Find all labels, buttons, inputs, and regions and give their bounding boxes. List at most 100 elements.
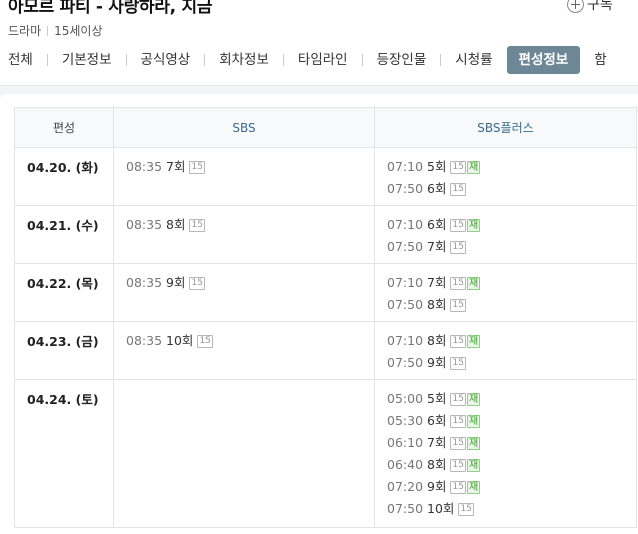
broadcast-entry: 07:10 6회 15 재 (387, 214, 624, 236)
broadcast-entry: 07:50 6회 15 (387, 178, 624, 200)
tab-bar: 전체 기본정보 공식영상 회차정보 타임라인 등장인물 시청률 편성정보 함 (0, 46, 615, 74)
episode-number: 8회 (427, 457, 447, 472)
broadcast-time: 08:35 (126, 159, 163, 174)
broadcast-entry: 07:50 10회 15 (387, 498, 624, 520)
rerun-badge: 재 (466, 436, 481, 450)
broadcast-time: 07:50 (387, 355, 424, 370)
broadcast-entry: 07:50 8회 15 (387, 294, 624, 316)
broadcast-entry: 08:35 8회 15 (126, 214, 362, 236)
broadcast-entry: 07:10 8회 15 재 (387, 330, 624, 352)
schedule-date: 04.21. (수) (14, 205, 114, 264)
broadcast-entry: 05:00 5회 15 재 (387, 388, 624, 410)
episode-number: 9회 (427, 355, 447, 370)
schedule-table: 편성 SBS SBS플러스 04.20. (화) 08:35 7회 15 07:10 5회… (14, 107, 637, 528)
broadcast-entry: 07:50 9회 15 (387, 352, 624, 374)
episode-number: 5회 (427, 159, 447, 174)
schedule-row: 04.20. (화) 08:35 7회 15 07:10 5회 15 재 07:50 6회 15 (14, 147, 637, 206)
sbs-cell: 08:35 8회 15 (113, 205, 375, 264)
schedule-body: 04.20. (화) 08:35 7회 15 07:10 5회 15 재 07:50 6회 15 04… (14, 147, 637, 528)
episode-number: 9회 (166, 275, 186, 290)
program-title[interactable]: 아모르 파티 - 사랑하라, 지금 (8, 0, 212, 17)
program-header: 아모르 파티 - 사랑하라, 지금 구독 드라마 15세이상 전체 기본정보 공… (0, 0, 638, 86)
broadcast-entry: 08:35 9회 15 (126, 272, 362, 294)
broadcast-entry: 07:50 7회 15 (387, 236, 624, 258)
sbs-column-header: SBS (113, 107, 375, 148)
rerun-badge: 재 (466, 458, 481, 472)
broadcast-time: 07:50 (387, 181, 424, 196)
rerun-badge: 재 (466, 276, 481, 290)
rerun-badge: 재 (466, 480, 481, 494)
broadcast-entry: 07:10 7회 15 재 (387, 272, 624, 294)
broadcast-time: 07:10 (387, 217, 424, 232)
schedule-header-row: 편성 SBS SBS플러스 (14, 107, 637, 148)
age-15-badge: 15 (450, 182, 466, 196)
schedule-date: 04.20. (화) (14, 147, 114, 206)
broadcast-time: 07:50 (387, 239, 424, 254)
subscribe-button[interactable]: 구독 (567, 0, 613, 14)
age-15-badge: 15 (197, 334, 213, 348)
rerun-badge: 재 (466, 218, 481, 232)
broadcast-time: 08:35 (126, 275, 163, 290)
schedule-row: 04.23. (금) 08:35 10회 15 07:10 8회 15 재 07:50 9회 15 (14, 321, 637, 380)
tab-cast[interactable]: 등장인물 (369, 46, 435, 74)
age-15-badge: 15 (189, 218, 205, 232)
broadcast-time: 08:35 (126, 333, 163, 348)
age-15-badge: 15 (450, 436, 466, 450)
tab-basic-info[interactable]: 기본정보 (54, 46, 120, 74)
rerun-badge: 재 (466, 160, 481, 174)
tab-divider (440, 54, 442, 66)
rerun-badge: 재 (466, 414, 481, 428)
tab-divider (361, 54, 363, 66)
age-15-badge: 15 (450, 334, 466, 348)
tab-timeline[interactable]: 타임라인 (290, 46, 356, 74)
schedule-row: 04.22. (목) 08:35 9회 15 07:10 7회 15 재 07:50 8회 15 (14, 263, 637, 322)
broadcast-time: 07:50 (387, 297, 424, 312)
age-15-badge: 15 (450, 480, 466, 494)
genre-label[interactable]: 드라마 (8, 22, 41, 39)
episode-number: 6회 (427, 413, 447, 428)
age-15-badge: 15 (450, 458, 466, 472)
broadcast-time: 05:00 (387, 391, 424, 406)
sbs-plus-column-header: SBS플러스 (374, 107, 637, 148)
broadcast-time: 07:10 (387, 333, 424, 348)
episode-number: 8회 (166, 217, 186, 232)
episode-number: 8회 (427, 333, 447, 348)
age-15-badge: 15 (189, 160, 205, 174)
sbs-cell: 08:35 7회 15 (113, 147, 375, 206)
date-column-header: 편성 (14, 107, 114, 148)
episode-number: 6회 (427, 181, 447, 196)
tab-divider (282, 54, 284, 66)
broadcast-entry: 06:10 7회 15 재 (387, 432, 624, 454)
age-rating-label: 15세이상 (54, 24, 103, 38)
tab-ratings[interactable]: 시청률 (447, 46, 500, 74)
episode-number: 6회 (427, 217, 447, 232)
episode-number: 7회 (427, 239, 447, 254)
tab-schedule[interactable]: 편성정보 (506, 46, 581, 74)
episode-number: 10회 (166, 333, 194, 348)
broadcast-entry: 06:40 8회 15 재 (387, 454, 624, 476)
sbs-plus-cell: 05:00 5회 15 재 05:30 6회 15 재 06:10 7회 15 재 06:40 8회 15 재… (374, 379, 637, 528)
broadcast-time: 08:35 (126, 217, 163, 232)
episode-number: 7회 (427, 275, 447, 290)
tab-all[interactable]: 전체 (0, 46, 41, 74)
age-15-badge: 15 (450, 218, 466, 232)
tab-divider (125, 54, 127, 66)
tab-more[interactable]: 함 (580, 46, 614, 74)
age-15-badge: 15 (450, 356, 466, 370)
sbs-plus-cell: 07:10 8회 15 재 07:50 9회 15 (374, 321, 637, 380)
broadcast-time: 07:10 (387, 159, 424, 174)
broadcast-time: 07:50 (387, 501, 424, 516)
broadcast-entry: 05:30 6회 15 재 (387, 410, 624, 432)
broadcast-entry: 08:35 7회 15 (126, 156, 362, 178)
rerun-badge: 재 (466, 334, 481, 348)
tab-official-videos[interactable]: 공식영상 (133, 46, 199, 74)
subscribe-label: 구독 (587, 0, 613, 13)
age-15-badge: 15 (450, 414, 466, 428)
tab-episodes[interactable]: 회차정보 (211, 46, 277, 74)
sbs-plus-cell: 07:10 6회 15 재 07:50 7회 15 (374, 205, 637, 264)
sbs-cell: 08:35 10회 15 (113, 321, 375, 380)
episode-number: 7회 (427, 435, 447, 450)
age-15-badge: 15 (450, 160, 466, 174)
rerun-badge: 재 (466, 392, 481, 406)
broadcast-time: 07:10 (387, 275, 424, 290)
